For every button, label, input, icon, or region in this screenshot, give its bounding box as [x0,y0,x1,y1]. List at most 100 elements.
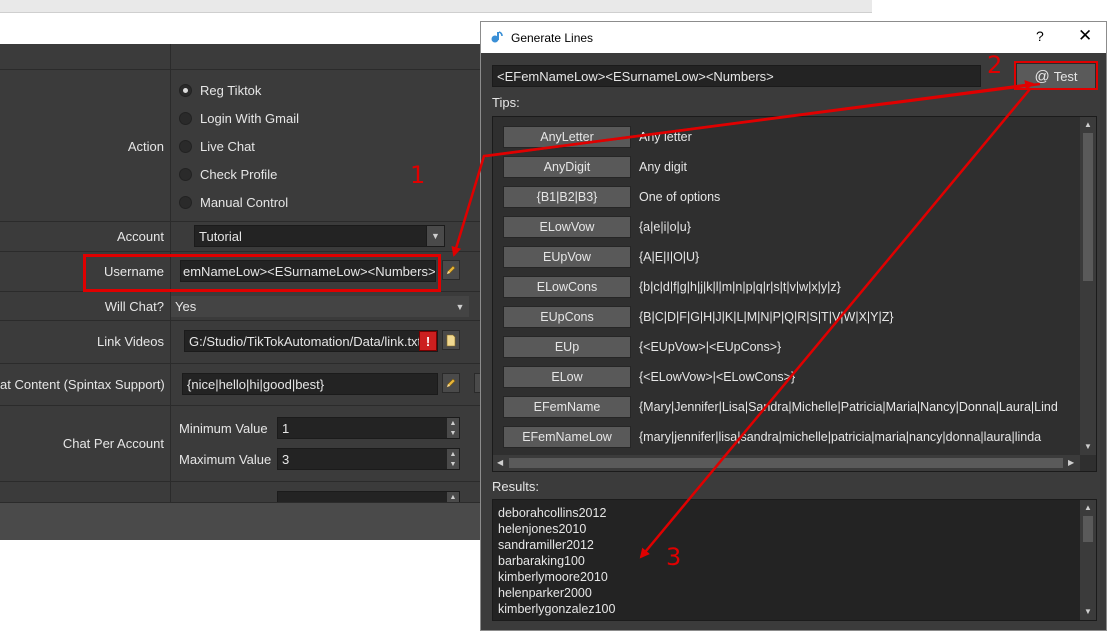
pencil-icon [446,378,456,388]
tip-button-anydigit[interactable]: AnyDigit [503,156,631,178]
scroll-thumb[interactable] [1083,133,1093,281]
scroll-thumb[interactable] [509,458,1063,468]
tip-description: {b|c|d|f|g|h|j|k|l|m|n|p|q|r|s|t|v|w|x|y… [639,280,841,294]
edit-chat-content-button[interactable] [442,373,460,393]
tip-row: EUp {<EUpVow>|<EUpCons>} [503,335,781,359]
radio-live-chat[interactable]: Live Chat [179,136,255,156]
close-button[interactable]: ✕ [1078,26,1092,46]
dialog-title-bar: Generate Lines ? ✕ [481,22,1106,53]
tip-button-elowvow[interactable]: ELowVow [503,216,631,238]
pencil-icon [446,265,456,275]
results-output[interactable]: deborahcollins2012 helenjones2010 sandra… [492,499,1097,621]
tip-button-options[interactable]: {B1|B2|B3} [503,186,631,208]
radio-icon [179,167,192,181]
radio-selected-icon [179,83,192,97]
tip-button-eupvow[interactable]: EUpVow [503,246,631,268]
link-videos-value: G:/Studio/TikTokAutomation/Data/link.txt [189,333,422,349]
result-line: kimberlymoore2010 [498,570,608,584]
spin-arrows-icon: ▲ ▼ [447,449,459,469]
maximum-value-label: Maximum Value [179,452,272,467]
annotation-3: 3 [666,543,682,571]
action-label: Action [127,139,164,154]
pattern-value: <EFemNameLow><ESurnameLow><Numbers> [497,68,774,84]
tip-row: EUpVow {A|E|I|O|U} [503,245,699,269]
dialog-title: Generate Lines [511,31,594,45]
radio-icon [179,195,192,209]
tip-row: EFemNameLow {mary|jennifer|lisa|sandra|m… [503,425,1041,449]
pattern-input[interactable]: <EFemNameLow><ESurnameLow><Numbers> [492,65,981,87]
main-title-bar [0,0,872,13]
will-chat-value: Yes [175,299,197,314]
maximum-value: 3 [282,451,290,467]
tip-description: {<ELowVow>|<ELowCons>} [639,370,796,384]
radio-reg-tiktok[interactable]: Reg Tiktok [179,80,261,100]
tip-row: EUpCons {B|C|D|F|G|H|J|K|L|M|N|P|Q|R|S|T… [503,305,894,329]
scroll-thumb[interactable] [1083,516,1093,542]
tip-button-elowcons[interactable]: ELowCons [503,276,631,298]
result-line: helenparker2000 [498,586,592,600]
link-videos-input[interactable]: G:/Studio/TikTokAutomation/Data/link.txt [184,330,438,352]
tip-button-eup[interactable]: EUp [503,336,631,358]
minimum-value-label: Minimum Value [179,421,268,436]
tip-description: {mary|jennifer|lisa|sandra|michelle|patr… [639,430,1042,444]
tip-description: {B|C|D|F|G|H|J|K|L|M|N|P|Q|R|S|T|V|W|X|Y… [639,310,894,324]
tip-button-efemnamelow[interactable]: EFemNameLow [503,426,631,448]
tip-row: ELowVow {a|e|i|o|u} [503,215,691,239]
file-icon [446,334,456,346]
scroll-left-icon: ◀ [497,458,504,467]
partial-spinbox[interactable]: ▲ [277,491,460,502]
radio-manual-control[interactable]: Manual Control [179,192,288,212]
browse-file-button[interactable] [442,330,460,350]
chat-per-account-label: Chat Per Account [62,436,164,451]
tip-description: {A|E|I|O|U} [639,250,700,264]
spin-arrows-icon: ▲ [447,492,459,502]
radio-check-profile[interactable]: Check Profile [179,164,277,184]
tip-row: AnyDigit Any digit [503,155,687,179]
will-chat-combo[interactable]: Yes ▼ [171,296,469,317]
result-line: barbaraking100 [498,554,585,568]
radio-label: Check Profile [200,166,278,182]
scroll-right-icon: ▶ [1068,458,1075,467]
radio-icon [179,111,192,125]
chevron-down-icon: ▼ [451,296,469,317]
minimum-value-spinbox[interactable]: 1 ▲ ▼ [277,417,460,439]
results-label: Results: [492,479,539,494]
tip-button-efemname[interactable]: EFemName [503,396,631,418]
maximum-value-spinbox[interactable]: 3 ▲ ▼ [277,448,460,470]
chat-content-label: at Content (Spintax Support) [0,377,165,392]
highlight-box [83,254,441,292]
tip-button-anyletter[interactable]: AnyLetter [503,126,631,148]
results-vertical-scrollbar[interactable]: ▲ ▼ [1080,500,1096,620]
tip-row: ELowCons {b|c|d|f|g|h|j|k|l|m|n|p|q|r|s|… [503,275,841,299]
radio-login-gmail[interactable]: Login With Gmail [179,108,299,128]
result-line: kimberlygonzalez100 [498,602,616,616]
tip-description: Any digit [639,160,687,174]
generate-lines-dialog: Generate Lines ? ✕ <EFemNameLow><ESurnam… [480,21,1107,631]
screen: Action Reg Tiktok Login With Gmail Live … [0,0,1109,631]
tip-row: ELow {<ELowVow>|<ELowCons>} [503,365,795,389]
tips-horizontal-scrollbar[interactable]: ◀ ▶ [493,455,1080,471]
annotation-2: 2 [987,51,1003,79]
chat-content-value: {nice|hello|hi|good|best} [187,376,325,392]
tips-vertical-scrollbar[interactable]: ▲ ▼ [1080,117,1096,455]
radio-label: Login With Gmail [200,110,299,126]
test-highlight-box [1014,61,1098,90]
chevron-down-icon: ▼ [426,226,444,246]
tips-list: AnyLetter Any letter AnyDigit Any digit … [492,116,1097,472]
tip-button-elow[interactable]: ELow [503,366,631,388]
radio-icon [179,139,192,153]
tip-description: {a|e|i|o|u} [639,220,691,234]
result-line: deborahcollins2012 [498,506,607,520]
chat-content-input[interactable]: {nice|hello|hi|good|best} [182,373,438,395]
help-button[interactable]: ? [1036,28,1044,44]
edit-username-button[interactable] [442,260,460,280]
account-combo[interactable]: Tutorial ▼ [194,225,445,247]
tips-label: Tips: [492,95,520,110]
tip-row: EFemName {Mary|Jennifer|Lisa|Sandra|Mich… [503,395,1058,419]
radio-label: Reg Tiktok [200,82,262,98]
tip-button-eupcons[interactable]: EUpCons [503,306,631,328]
account-label: Account [117,229,164,244]
will-chat-label: Will Chat? [104,299,164,314]
result-line: helenjones2010 [498,522,587,536]
radio-label: Live Chat [200,138,255,154]
